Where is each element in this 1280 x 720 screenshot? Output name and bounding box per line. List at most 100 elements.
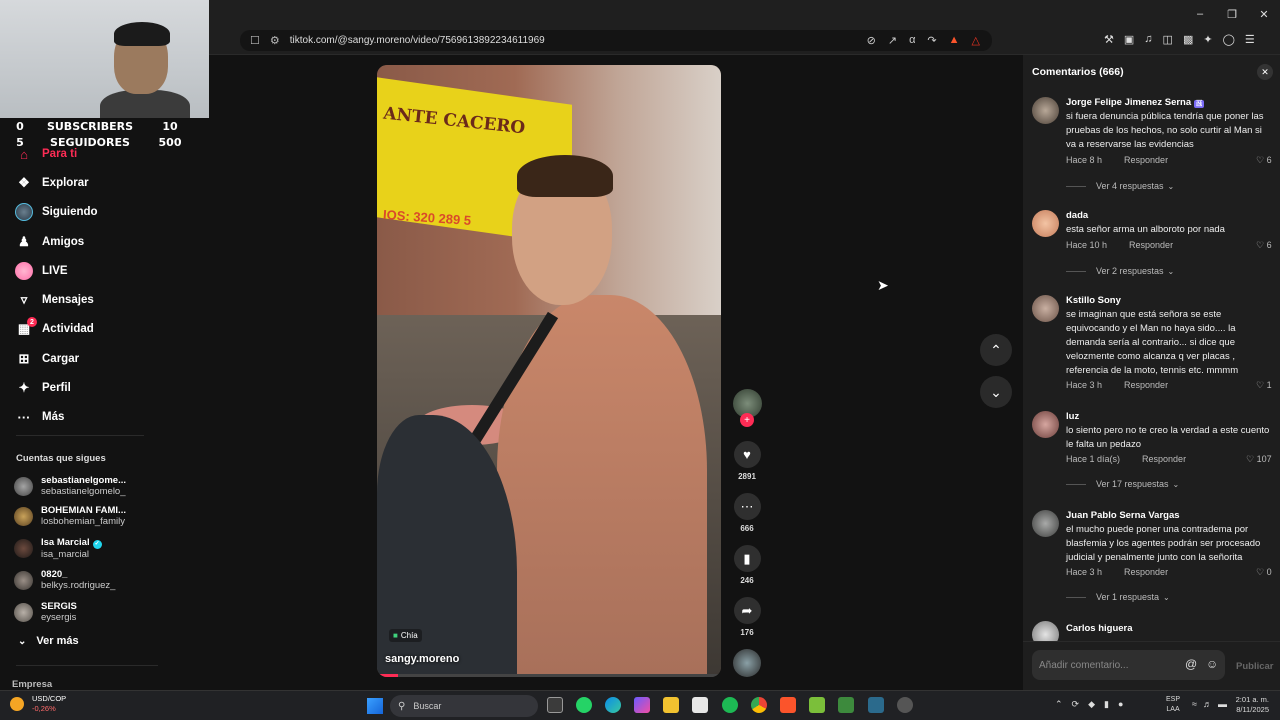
reply-button[interactable]: Responder <box>1124 380 1168 390</box>
chrome-icon[interactable] <box>751 697 767 713</box>
maximize-icon[interactable]: ❐ <box>1216 4 1248 24</box>
emoji-icon[interactable]: ☺ <box>1206 657 1218 671</box>
stock-widget[interactable]: USD/COP -0,26% <box>10 694 66 714</box>
avatar[interactable] <box>1032 510 1059 537</box>
address-bar[interactable]: ☐ ⚙ tiktok.com/@sangy.moreno/video/75696… <box>240 30 992 51</box>
taskbar-search[interactable]: ⚲ Buscar <box>390 695 538 717</box>
vpn-icon[interactable]: ◯ <box>1223 33 1235 46</box>
url-text[interactable]: tiktok.com/@sangy.moreno/video/756961389… <box>290 35 867 46</box>
location-tag[interactable]: ■ Chía <box>389 629 422 642</box>
comment-like-button[interactable]: ♡ 1 <box>1256 380 1272 391</box>
account-item[interactable]: SERGIS eysergis <box>14 601 77 623</box>
mention-icon[interactable]: @ <box>1185 657 1197 671</box>
previous-video-button[interactable]: ⌃ <box>980 334 1012 366</box>
bookmark-icon[interactable]: ☐ <box>250 34 260 47</box>
wallet-icon[interactable]: ▩ <box>1183 33 1193 46</box>
brave-icon[interactable] <box>780 697 796 713</box>
publish-button[interactable]: Publicar <box>1236 661 1274 672</box>
brave-rewards-icon[interactable]: △ <box>972 34 980 47</box>
ai-icon[interactable]: ✦ <box>1203 33 1212 46</box>
reply-button[interactable]: Responder <box>1142 454 1186 464</box>
nav-activity[interactable]: ▦ 2 Actividad <box>14 317 94 340</box>
clock[interactable]: 2:01 a. m. 8/11/2025 <box>1227 695 1269 715</box>
sync-icon[interactable]: ⟳ <box>1072 699 1080 710</box>
whatsapp-icon[interactable] <box>576 697 592 713</box>
minimize-icon[interactable]: – <box>1184 4 1216 24</box>
windows-start-icon[interactable] <box>367 698 383 714</box>
menu-icon[interactable]: ☰ <box>1245 33 1255 46</box>
follow-plus-icon[interactable]: + <box>740 413 754 427</box>
view-replies-button[interactable]: Ver 17 respuestas ⌄ <box>1066 479 1179 489</box>
wifi-icon[interactable]: ≈ <box>1192 699 1197 709</box>
avatar[interactable] <box>1032 295 1059 322</box>
music-icon[interactable]: ♫ <box>1144 33 1152 46</box>
commenter-name[interactable]: Juan Pablo Serna Vargas <box>1066 510 1180 521</box>
task-view-icon[interactable] <box>547 697 563 713</box>
nav-profile[interactable]: ✦ Perfil <box>14 377 71 399</box>
sidebar-icon[interactable]: ◫ <box>1163 33 1173 46</box>
music-disc[interactable] <box>733 649 761 677</box>
comment-like-button[interactable]: ♡ 107 <box>1246 454 1272 465</box>
minecraft-icon[interactable] <box>809 697 825 713</box>
account-item[interactable]: Isa Marcial ✓ isa_marcial <box>14 537 102 560</box>
view-replies-button[interactable]: Ver 2 respuestas ⌄ <box>1066 266 1174 276</box>
store-icon[interactable] <box>692 697 708 713</box>
comment-button[interactable]: ⋯ 666 <box>731 493 763 533</box>
language-indicator[interactable]: ESP LAA <box>1166 695 1180 715</box>
avatar[interactable] <box>1032 97 1059 124</box>
screenshot-icon[interactable]: ▣ <box>1124 33 1134 46</box>
reply-button[interactable]: Responder <box>1124 567 1168 577</box>
nav-friends[interactable]: ♟ Amigos <box>14 231 84 253</box>
comment-like-button[interactable]: ♡ 0 <box>1256 567 1272 578</box>
reply-button[interactable]: Responder <box>1129 240 1173 250</box>
usb-icon[interactable]: ▮ <box>1104 699 1109 710</box>
comment-like-button[interactable]: ♡ 6 <box>1256 155 1272 166</box>
account-item[interactable]: sebastianelgome... sebastianelgomelo_ <box>14 475 126 497</box>
creator-avatar-button[interactable]: + <box>731 389 763 427</box>
nav-explore[interactable]: ❖ Explorar <box>14 172 89 194</box>
comment-like-button[interactable]: ♡ 6 <box>1256 240 1272 251</box>
nav-live[interactable]: LIVE <box>14 260 68 282</box>
volume-icon[interactable]: ♬ <box>1203 699 1212 709</box>
obs-icon[interactable] <box>897 697 913 713</box>
commenter-name[interactable]: Jorge Felipe Jimenez Serna 🇳 <box>1066 97 1205 108</box>
avatar[interactable] <box>1032 621 1059 641</box>
no-tracking-icon[interactable]: ⊘ <box>867 34 876 47</box>
capcut-icon[interactable] <box>868 697 884 713</box>
avatar[interactable] <box>1032 210 1059 237</box>
reply-button[interactable]: Responder <box>1124 155 1168 165</box>
commenter-name[interactable]: luz <box>1066 411 1079 422</box>
close-comments-button[interactable]: ✕ <box>1257 64 1273 80</box>
commenter-name[interactable]: Kstillo Sony <box>1066 295 1121 306</box>
share-icon[interactable]: ↷ <box>927 34 936 47</box>
site-settings-icon[interactable]: ⚙ <box>270 34 280 47</box>
nav-more[interactable]: ··· Más <box>14 406 65 428</box>
nav-upload[interactable]: ⊞ Cargar <box>14 348 80 370</box>
copilot-icon[interactable] <box>634 697 650 713</box>
brave-shields-icon[interactable]: ▲ <box>949 34 960 47</box>
avatar[interactable] <box>1032 411 1059 438</box>
nav-following[interactable]: Siguiendo <box>14 201 98 223</box>
view-replies-button[interactable]: Ver 1 respuesta ⌄ <box>1066 592 1170 602</box>
video-player[interactable]: ANTE CACERO IOS: 320 289 5 ■ Chía sangy.… <box>377 65 721 677</box>
commenter-name[interactable]: dada <box>1066 210 1088 221</box>
nav-messages[interactable]: ▿ Mensajes <box>14 289 94 311</box>
like-button[interactable]: ♥ 2891 <box>731 441 763 481</box>
see-more-button[interactable]: ⌄ Ver más <box>18 635 79 647</box>
commenter-name[interactable]: Carlos higuera <box>1066 623 1133 634</box>
network-app-icon[interactable]: ◆ <box>1088 699 1095 710</box>
mic-icon[interactable]: ● <box>1118 699 1123 710</box>
translate-icon[interactable]: α <box>909 34 915 47</box>
video-progress-bar[interactable] <box>377 674 721 677</box>
save-button[interactable]: ▮ 246 <box>731 545 763 585</box>
view-replies-button[interactable]: Ver 4 respuestas ⌄ <box>1066 181 1174 191</box>
video-author[interactable]: sangy.moreno <box>385 653 459 665</box>
open-external-icon[interactable]: ↗ <box>888 34 897 47</box>
account-item[interactable]: BOHEMIAN FAMI... losbohemian_family <box>14 505 126 527</box>
next-video-button[interactable]: ⌄ <box>980 376 1012 408</box>
account-item[interactable]: 0820_ belkys.rodriguez_ <box>14 569 115 591</box>
spotify-icon[interactable] <box>722 697 738 713</box>
game-icon[interactable] <box>838 697 854 713</box>
chevron-up-icon[interactable]: ⌃ <box>1055 699 1063 710</box>
close-window-icon[interactable]: ✕ <box>1248 4 1280 24</box>
